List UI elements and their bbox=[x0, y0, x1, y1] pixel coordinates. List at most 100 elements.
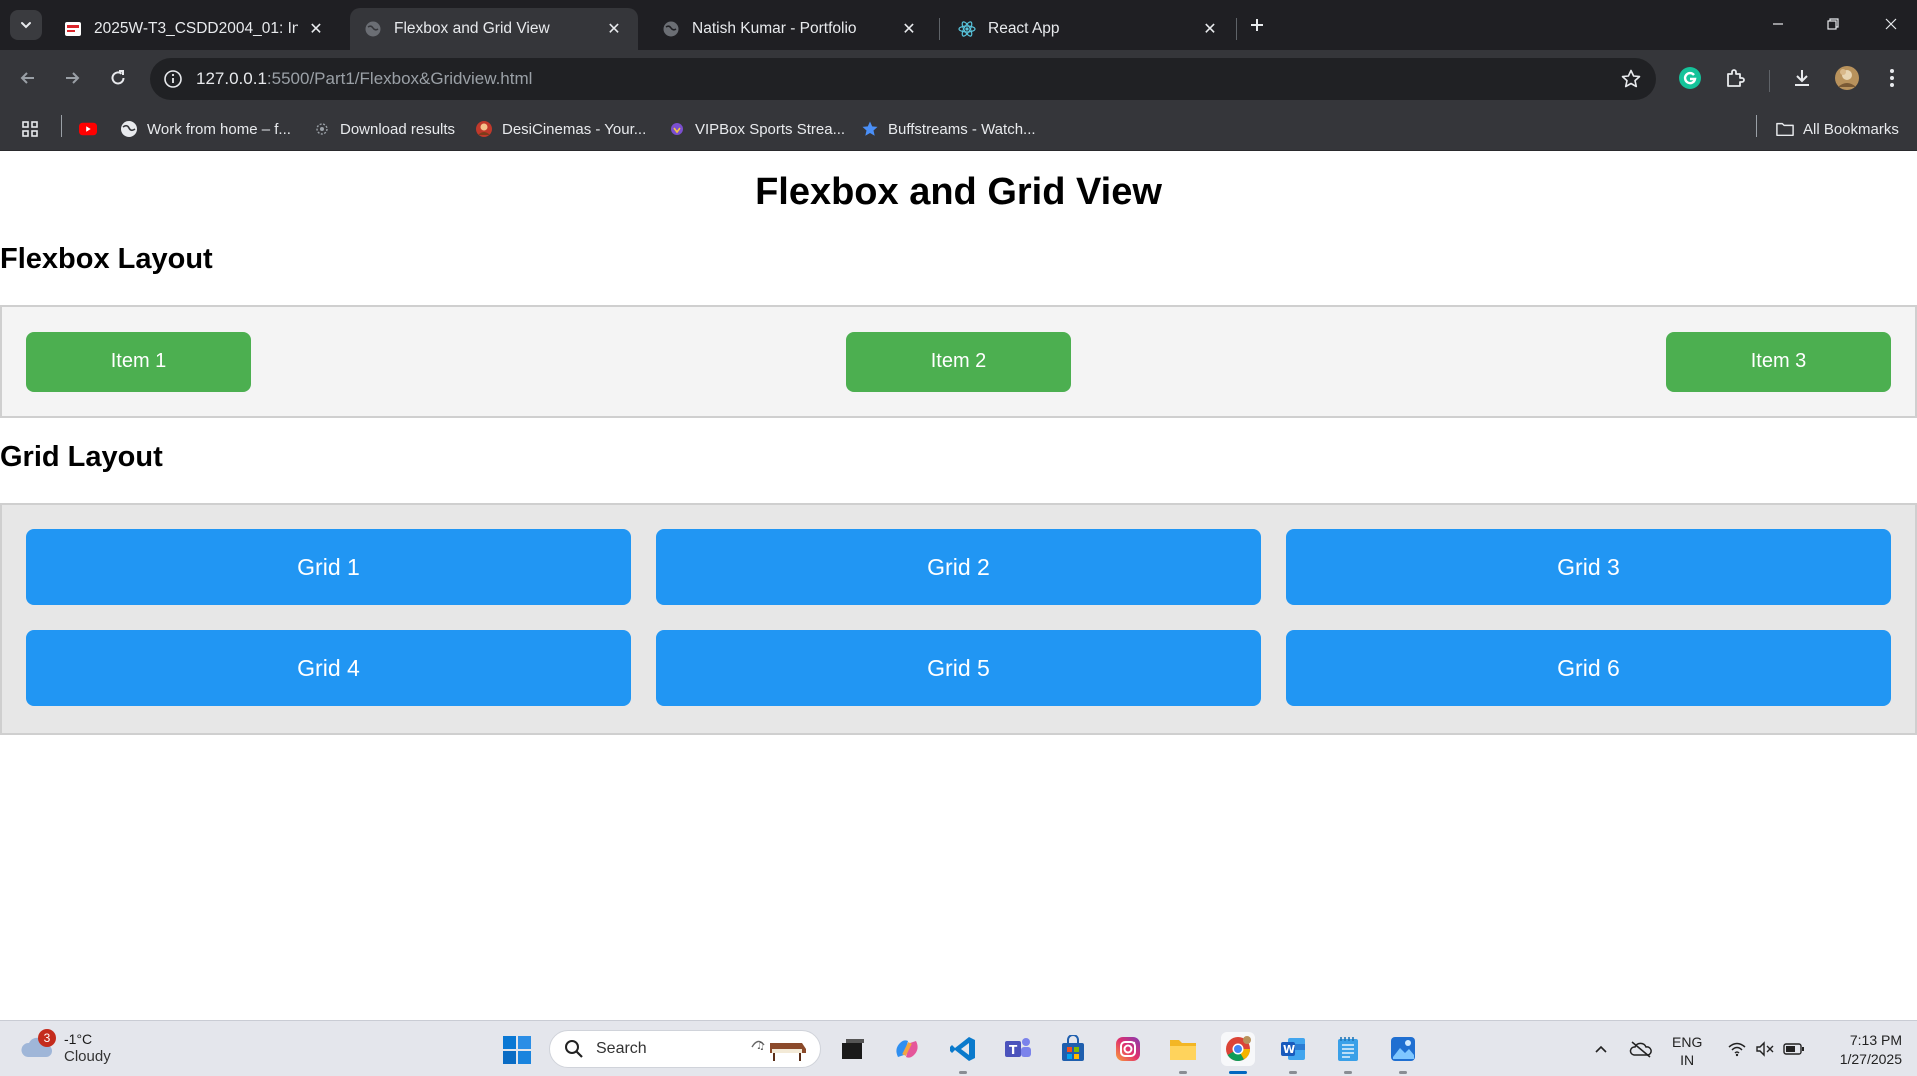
word-icon[interactable]: W bbox=[1276, 1032, 1310, 1066]
flex-item: Item 2 bbox=[846, 331, 1071, 392]
bookmark-star-icon[interactable] bbox=[1620, 68, 1642, 90]
grid-item: Grid 6 bbox=[1286, 630, 1891, 706]
chevron-down-icon bbox=[21, 22, 31, 29]
bookmark-vipbox[interactable]: VIPBox Sports Strea... bbox=[668, 118, 845, 140]
url-text[interactable]: 127.0.0.1:5500/Part1/Flexbox&Gridview.ht… bbox=[196, 69, 532, 89]
battery-icon[interactable] bbox=[1782, 1037, 1806, 1061]
tab-course[interactable]: 2025W-T3_CSDD2004_01: In-cla ✕ bbox=[50, 8, 340, 50]
cinema-icon bbox=[475, 120, 493, 138]
close-icon[interactable]: ✕ bbox=[1200, 19, 1220, 39]
windows-taskbar: 3 -1°C Cloudy Search ♫ T W ENG IN 7:13 P… bbox=[0, 1020, 1917, 1076]
instagram-icon[interactable] bbox=[1111, 1032, 1145, 1066]
tab-portfolio[interactable]: Natish Kumar - Portfolio ✕ bbox=[648, 8, 933, 50]
running-indicator bbox=[1179, 1071, 1187, 1074]
minimize-button[interactable] bbox=[1755, 6, 1801, 42]
profile-avatar[interactable] bbox=[1832, 63, 1862, 93]
bookmark-youtube[interactable] bbox=[79, 118, 106, 140]
bookmarks-bar: Work from home – f... Download results D… bbox=[0, 108, 1917, 151]
grid-item: Grid 5 bbox=[656, 630, 1261, 706]
show-hidden-icons-button[interactable] bbox=[1591, 1037, 1611, 1061]
tab-react-app[interactable]: React App ✕ bbox=[944, 8, 1234, 50]
apps-grid-button[interactable] bbox=[21, 118, 48, 140]
course-favicon bbox=[64, 20, 82, 38]
all-bookmarks-button[interactable]: All Bookmarks bbox=[1776, 118, 1899, 140]
volume-muted-icon[interactable] bbox=[1754, 1037, 1776, 1061]
grid-container: Grid 1 Grid 2 Grid 3 Grid 4 Grid 5 Grid … bbox=[0, 503, 1917, 735]
back-button[interactable] bbox=[12, 62, 44, 94]
flexbox-heading: Flexbox Layout bbox=[0, 243, 213, 275]
youtube-icon bbox=[79, 120, 97, 138]
close-icon[interactable]: ✕ bbox=[306, 19, 326, 39]
close-window-button[interactable] bbox=[1868, 6, 1914, 42]
close-icon bbox=[1885, 18, 1897, 30]
chevron-up-icon bbox=[1595, 1045, 1607, 1053]
language-indicator[interactable]: ENG IN bbox=[1672, 1033, 1702, 1069]
bookmark-buffstreams[interactable]: Buffstreams - Watch... bbox=[861, 118, 1036, 140]
weather-condition: Cloudy bbox=[64, 1048, 111, 1065]
tab-title: Flexbox and Grid View bbox=[394, 20, 550, 37]
tab-title: Natish Kumar - Portfolio bbox=[692, 20, 857, 37]
kebab-menu-icon[interactable] bbox=[1877, 63, 1907, 93]
copilot-icon[interactable] bbox=[890, 1032, 924, 1066]
language-region: IN bbox=[1680, 1052, 1695, 1068]
bookmark-work-from-home[interactable]: Work from home – f... bbox=[120, 118, 291, 140]
taskbar-search[interactable]: Search ♫ bbox=[549, 1030, 821, 1068]
svg-text:T: T bbox=[1009, 1043, 1018, 1057]
bookmark-label: Buffstreams - Watch... bbox=[888, 120, 1036, 138]
chrome-icon[interactable] bbox=[1221, 1032, 1255, 1066]
sports-icon bbox=[668, 120, 686, 138]
wifi-icon[interactable] bbox=[1726, 1037, 1748, 1061]
search-highlight-piano-icon: ♫ bbox=[750, 1035, 810, 1063]
url-host: 127.0.0.1 bbox=[196, 69, 267, 88]
site-info-icon[interactable] bbox=[162, 68, 184, 90]
running-indicator bbox=[959, 1071, 967, 1074]
address-bar[interactable]: 127.0.0.1:5500/Part1/Flexbox&Gridview.ht… bbox=[150, 58, 1656, 100]
teams-icon[interactable]: T bbox=[1001, 1032, 1035, 1066]
tab-flexbox-grid[interactable]: Flexbox and Grid View ✕ bbox=[350, 8, 638, 50]
new-tab-button[interactable] bbox=[1244, 12, 1270, 38]
task-view-icon[interactable] bbox=[835, 1032, 869, 1066]
page-title: Flexbox and Grid View bbox=[755, 171, 1162, 213]
reload-button[interactable] bbox=[102, 62, 134, 94]
svg-text:W: W bbox=[1283, 1043, 1295, 1056]
bookmark-label: VIPBox Sports Strea... bbox=[695, 120, 846, 138]
download-icon[interactable] bbox=[1787, 63, 1817, 93]
grid-item: Grid 3 bbox=[1286, 529, 1891, 605]
flex-item: Item 3 bbox=[1666, 331, 1891, 392]
arrow-right-icon bbox=[66, 72, 80, 84]
search-label: Search bbox=[596, 1040, 647, 1057]
bookmark-download-results[interactable]: Download results bbox=[313, 118, 455, 140]
weather-widget[interactable]: 3 -1°C Cloudy bbox=[20, 1029, 111, 1066]
folder-icon bbox=[1776, 120, 1794, 138]
running-indicator bbox=[1399, 1071, 1407, 1074]
gear-icon bbox=[313, 120, 331, 138]
clock-date: 1/27/2025 bbox=[1839, 1051, 1902, 1067]
bookmark-separator bbox=[1756, 115, 1757, 137]
notepad-icon[interactable] bbox=[1331, 1032, 1365, 1066]
tab-separator bbox=[939, 18, 940, 40]
forward-button[interactable] bbox=[56, 62, 88, 94]
grid-item: Grid 2 bbox=[656, 529, 1261, 605]
bookmark-separator bbox=[61, 115, 62, 137]
close-icon[interactable]: ✕ bbox=[604, 19, 624, 39]
running-indicator bbox=[1344, 1071, 1352, 1074]
page-content: Flexbox and Grid View Flexbox Layout Ite… bbox=[0, 151, 1917, 1020]
bookmark-desicinemas[interactable]: DesiCinemas - Your... bbox=[475, 118, 646, 140]
close-icon[interactable]: ✕ bbox=[899, 19, 919, 39]
extensions-puzzle-icon[interactable] bbox=[1720, 63, 1750, 93]
tab-title: 2025W-T3_CSDD2004_01: In-cla bbox=[94, 20, 298, 37]
microsoft-store-icon[interactable] bbox=[1056, 1032, 1090, 1066]
file-explorer-icon[interactable] bbox=[1166, 1032, 1200, 1066]
globe-icon bbox=[364, 20, 382, 38]
restore-button[interactable] bbox=[1810, 6, 1856, 42]
onedrive-offline-icon[interactable] bbox=[1628, 1037, 1654, 1061]
system-clock[interactable]: 7:13 PM 1/27/2025 bbox=[1826, 1031, 1902, 1069]
tab-search-button[interactable] bbox=[10, 10, 42, 40]
grid-heading: Grid Layout bbox=[0, 441, 163, 473]
photos-icon[interactable] bbox=[1386, 1032, 1420, 1066]
cloud-icon: 3 bbox=[20, 1029, 56, 1065]
react-icon bbox=[958, 20, 976, 38]
vscode-icon[interactable] bbox=[946, 1032, 980, 1066]
start-button[interactable] bbox=[502, 1035, 532, 1065]
extension-grammarly-icon[interactable] bbox=[1675, 63, 1705, 93]
